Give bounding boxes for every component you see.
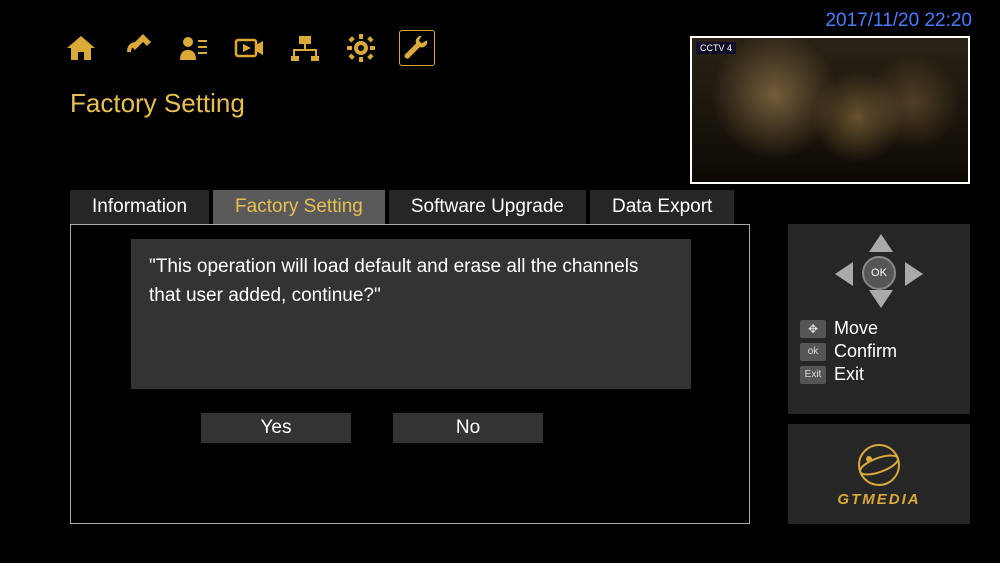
- legend-move: ✥ Move: [800, 318, 958, 339]
- top-nav: [63, 30, 435, 66]
- tabs: Information Factory Setting Software Upg…: [70, 190, 738, 224]
- dpad-icon: OK: [829, 234, 929, 308]
- arrows-key-icon: ✥: [800, 320, 826, 338]
- tab-software-upgrade[interactable]: Software Upgrade: [389, 190, 586, 224]
- brand-logo-icon: [855, 441, 903, 489]
- legend-exit: Exit Exit: [800, 364, 958, 385]
- content-panel: "This operation will load default and er…: [70, 224, 750, 524]
- home-icon[interactable]: [63, 30, 99, 66]
- satellite-icon[interactable]: [119, 30, 155, 66]
- brand-logo-text: GTMEDIA: [837, 491, 920, 508]
- dialog-buttons: Yes No: [201, 413, 543, 443]
- user-icon[interactable]: [175, 30, 211, 66]
- tab-factory-setting[interactable]: Factory Setting: [213, 190, 385, 224]
- datetime: 2017/11/20 22:20: [825, 10, 972, 32]
- video-preview: CCTV 4: [690, 36, 970, 184]
- network-icon[interactable]: [287, 30, 323, 66]
- no-button[interactable]: No: [393, 413, 543, 443]
- tab-information[interactable]: Information: [70, 190, 209, 224]
- wrench-icon[interactable]: [399, 30, 435, 66]
- logo-panel: GTMEDIA: [788, 424, 970, 524]
- nav-help-panel: OK ✥ Move ok Confirm Exit Exit: [788, 224, 970, 414]
- ok-key-icon: ok: [800, 343, 826, 361]
- confirm-message: "This operation will load default and er…: [131, 239, 691, 389]
- preview-channel-tag: CCTV 4: [696, 42, 736, 54]
- ok-button-icon: OK: [862, 256, 896, 290]
- page-title: Factory Setting: [70, 88, 245, 119]
- gear-icon[interactable]: [343, 30, 379, 66]
- tab-data-export[interactable]: Data Export: [590, 190, 734, 224]
- yes-button[interactable]: Yes: [201, 413, 351, 443]
- video-icon[interactable]: [231, 30, 267, 66]
- legend-confirm: ok Confirm: [800, 341, 958, 362]
- exit-key-icon: Exit: [800, 366, 826, 384]
